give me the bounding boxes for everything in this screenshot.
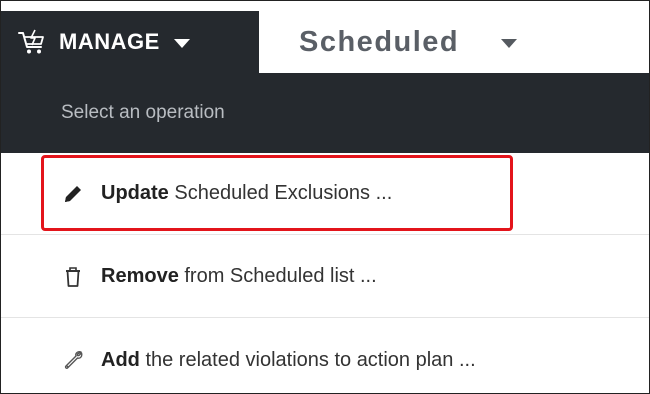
wrench-icon [61,348,85,372]
menu-item-action: Remove [101,265,179,287]
scheduled-dropdown[interactable]: Scheduled [259,11,518,73]
menu-item-action: Update [101,182,169,204]
pencil-icon [61,182,85,206]
menu-item-description: Scheduled Exclusions ... [168,182,393,204]
menu-item-add-to-action-plan[interactable]: Add the related violations to action pla… [1,319,649,393]
chevron-down-icon [173,38,190,48]
header-bar: MANAGE Scheduled [1,1,649,73]
menu-item-action: Add [101,348,140,371]
cart-icon [17,28,47,56]
menu-item-description: from Scheduled list ... [178,265,377,287]
menu-item-text: Remove from Scheduled list ... [101,265,377,288]
menu-item-update-scheduled-exclusions[interactable]: Update Scheduled Exclusions ... [1,153,649,235]
scheduled-label: Scheduled [299,25,460,58]
menu-item-text: Add the related violations to action pla… [101,349,476,372]
menu-item-description: the related violations to action plan ..… [139,348,476,371]
operation-prompt: Select an operation [61,102,225,123]
chevron-down-icon [501,38,518,48]
menu-item-remove-from-scheduled[interactable]: Remove from Scheduled list ... [1,236,649,318]
menu-item-text: Update Scheduled Exclusions ... [101,182,392,205]
trash-icon [61,265,85,289]
operations-panel: MANAGE Scheduled Select an operation Upd… [0,0,650,394]
operation-prompt-bar: Select an operation [1,73,649,153]
manage-label: MANAGE [59,29,160,54]
manage-dropdown[interactable]: MANAGE [1,11,259,73]
